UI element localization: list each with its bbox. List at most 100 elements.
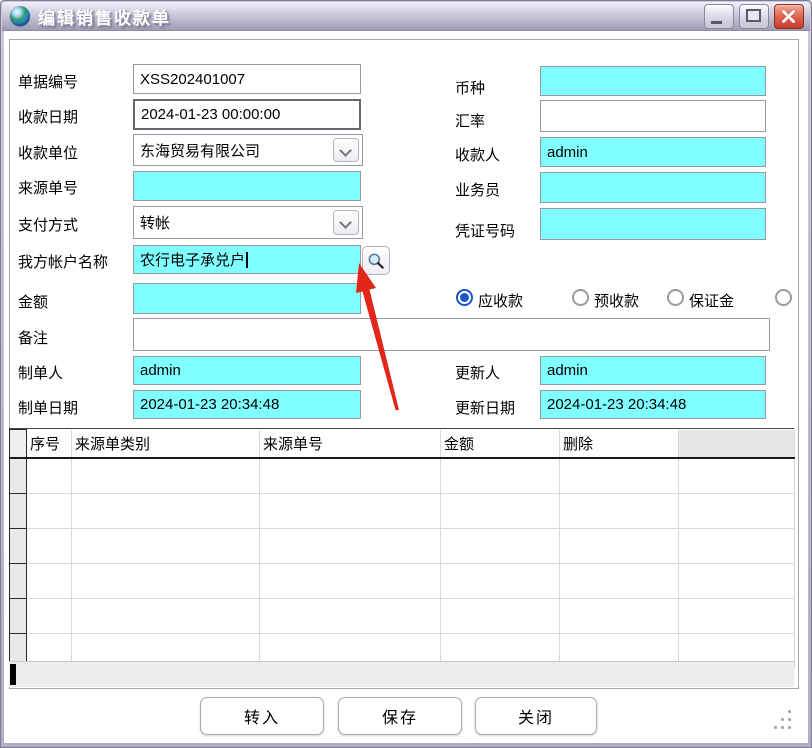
payee-unit-dropdown-chevron-down-icon[interactable] <box>333 138 359 162</box>
source-no-field[interactable] <box>133 171 361 201</box>
close-dialog-button[interactable]: 关闭 <box>475 697 597 735</box>
grid-row[interactable] <box>10 564 795 599</box>
pay-method-value: 转帐 <box>140 212 170 233</box>
updater-field[interactable]: admin <box>540 356 766 385</box>
amount-field[interactable] <box>133 283 361 314</box>
exchange-rate-field[interactable] <box>540 100 766 132</box>
maximize-button[interactable] <box>739 4 769 29</box>
transfer-in-button[interactable]: 转入 <box>200 697 324 735</box>
radio-other[interactable] <box>775 289 792 306</box>
grid-cell[interactable] <box>260 599 441 634</box>
grid-cell[interactable] <box>560 529 679 564</box>
radio-deposit[interactable] <box>667 289 684 306</box>
pay-method-label: 支付方式 <box>18 214 78 235</box>
grid-row[interactable] <box>10 599 795 634</box>
our-account-field[interactable]: 农行电子承兑户 <box>133 245 361 274</box>
grid-cell[interactable] <box>72 458 260 494</box>
grid-cell[interactable] <box>441 599 560 634</box>
receiver-field[interactable]: admin <box>540 137 766 167</box>
grid-cell[interactable] <box>679 564 795 599</box>
radio-receivable[interactable] <box>456 289 473 306</box>
recv-date-field[interactable]: 2024-01-23 00:00:00 <box>133 99 361 130</box>
col-source-no: 来源单号 <box>260 430 441 459</box>
voucher-no-field[interactable] <box>540 208 766 240</box>
grid-row-header-cell[interactable] <box>10 564 27 599</box>
salesman-field[interactable] <box>540 172 766 203</box>
update-date-label: 更新日期 <box>455 397 515 418</box>
grid-row-header-cell[interactable] <box>10 494 27 529</box>
col-seq: 序号 <box>27 430 72 459</box>
pay-method-dropdown-chevron-down-icon[interactable] <box>333 210 359 235</box>
save-button[interactable]: 保存 <box>338 697 462 735</box>
grid-cell[interactable] <box>72 564 260 599</box>
radio-advance[interactable] <box>572 289 589 306</box>
remark-field[interactable] <box>133 318 770 351</box>
grid-cell[interactable] <box>260 458 441 494</box>
radio-advance-label[interactable]: 预收款 <box>594 290 639 311</box>
grid-cell[interactable] <box>72 529 260 564</box>
grid-cell[interactable] <box>27 529 72 564</box>
col-extra <box>679 430 795 459</box>
our-account-label: 我方帐户名称 <box>18 251 108 272</box>
grid-cell[interactable] <box>560 564 679 599</box>
salesman-label: 业务员 <box>455 179 500 200</box>
grid-cell[interactable] <box>260 494 441 529</box>
payee-unit-combo[interactable]: 东海贸易有限公司 <box>133 134 363 166</box>
docno-label: 单据编号 <box>18 71 78 92</box>
grid-cell[interactable] <box>560 458 679 494</box>
grid-row-header-cell[interactable] <box>10 529 27 564</box>
grid-header-row: 序号 来源单类别 来源单号 金额 删除 <box>10 430 795 459</box>
grid-row-header-cell[interactable] <box>10 458 27 494</box>
currency-field[interactable] <box>540 66 766 96</box>
radio-receivable-label[interactable]: 应收款 <box>478 290 523 311</box>
recv-date-value: 2024-01-23 00:00:00 <box>141 106 280 123</box>
close-button[interactable] <box>774 4 804 29</box>
grid-cell[interactable] <box>560 494 679 529</box>
updater-value: admin <box>547 362 588 379</box>
account-lookup-button[interactable] <box>362 246 390 275</box>
remark-label: 备注 <box>18 327 48 348</box>
grid-cell[interactable] <box>72 599 260 634</box>
payee-unit-label: 收款单位 <box>18 142 78 163</box>
grid-cell[interactable] <box>441 458 560 494</box>
grid-cell[interactable] <box>679 494 795 529</box>
creator-label: 制单人 <box>18 362 63 383</box>
creator-value: admin <box>140 362 181 379</box>
grid-cell[interactable] <box>27 564 72 599</box>
minimize-button[interactable] <box>704 4 734 29</box>
update-date-value: 2024-01-23 20:34:48 <box>547 396 686 413</box>
update-date-field[interactable]: 2024-01-23 20:34:48 <box>540 390 766 419</box>
create-date-field[interactable]: 2024-01-23 20:34:48 <box>133 390 361 419</box>
grid-cell[interactable] <box>679 458 795 494</box>
radio-deposit-label[interactable]: 保证金 <box>689 290 734 311</box>
grid-cell[interactable] <box>441 564 560 599</box>
grid-cell[interactable] <box>27 458 72 494</box>
grid-cell[interactable] <box>679 529 795 564</box>
grid-row[interactable] <box>10 529 795 564</box>
source-grid: 序号 来源单类别 来源单号 金额 删除 <box>9 428 794 669</box>
pay-method-combo[interactable]: 转帐 <box>133 206 363 239</box>
col-delete: 删除 <box>560 430 679 459</box>
receiver-label: 收款人 <box>455 144 500 165</box>
col-source-type: 来源单类别 <box>72 430 260 459</box>
amount-label: 金额 <box>18 291 48 312</box>
grid-row[interactable] <box>10 458 795 494</box>
creator-field[interactable]: admin <box>133 356 361 385</box>
grid-cell[interactable] <box>260 564 441 599</box>
docno-field[interactable]: XSS202401007 <box>133 64 361 94</box>
grid-cell[interactable] <box>679 599 795 634</box>
grid-cell[interactable] <box>441 494 560 529</box>
grid-cell[interactable] <box>441 529 560 564</box>
title-bar[interactable]: 编辑销售收款单 <box>2 2 810 31</box>
grid-cell[interactable] <box>560 599 679 634</box>
grid-cell[interactable] <box>72 494 260 529</box>
grid-footer-strip[interactable] <box>9 661 794 687</box>
grid-cell[interactable] <box>260 529 441 564</box>
magnifier-icon <box>366 251 386 271</box>
grid-cell[interactable] <box>27 599 72 634</box>
grid-cell[interactable] <box>27 494 72 529</box>
grid-row[interactable] <box>10 494 795 529</box>
grid-row-header-cell[interactable] <box>10 599 27 634</box>
recv-date-label: 收款日期 <box>18 106 78 127</box>
resize-grip-icon[interactable] <box>778 710 792 734</box>
